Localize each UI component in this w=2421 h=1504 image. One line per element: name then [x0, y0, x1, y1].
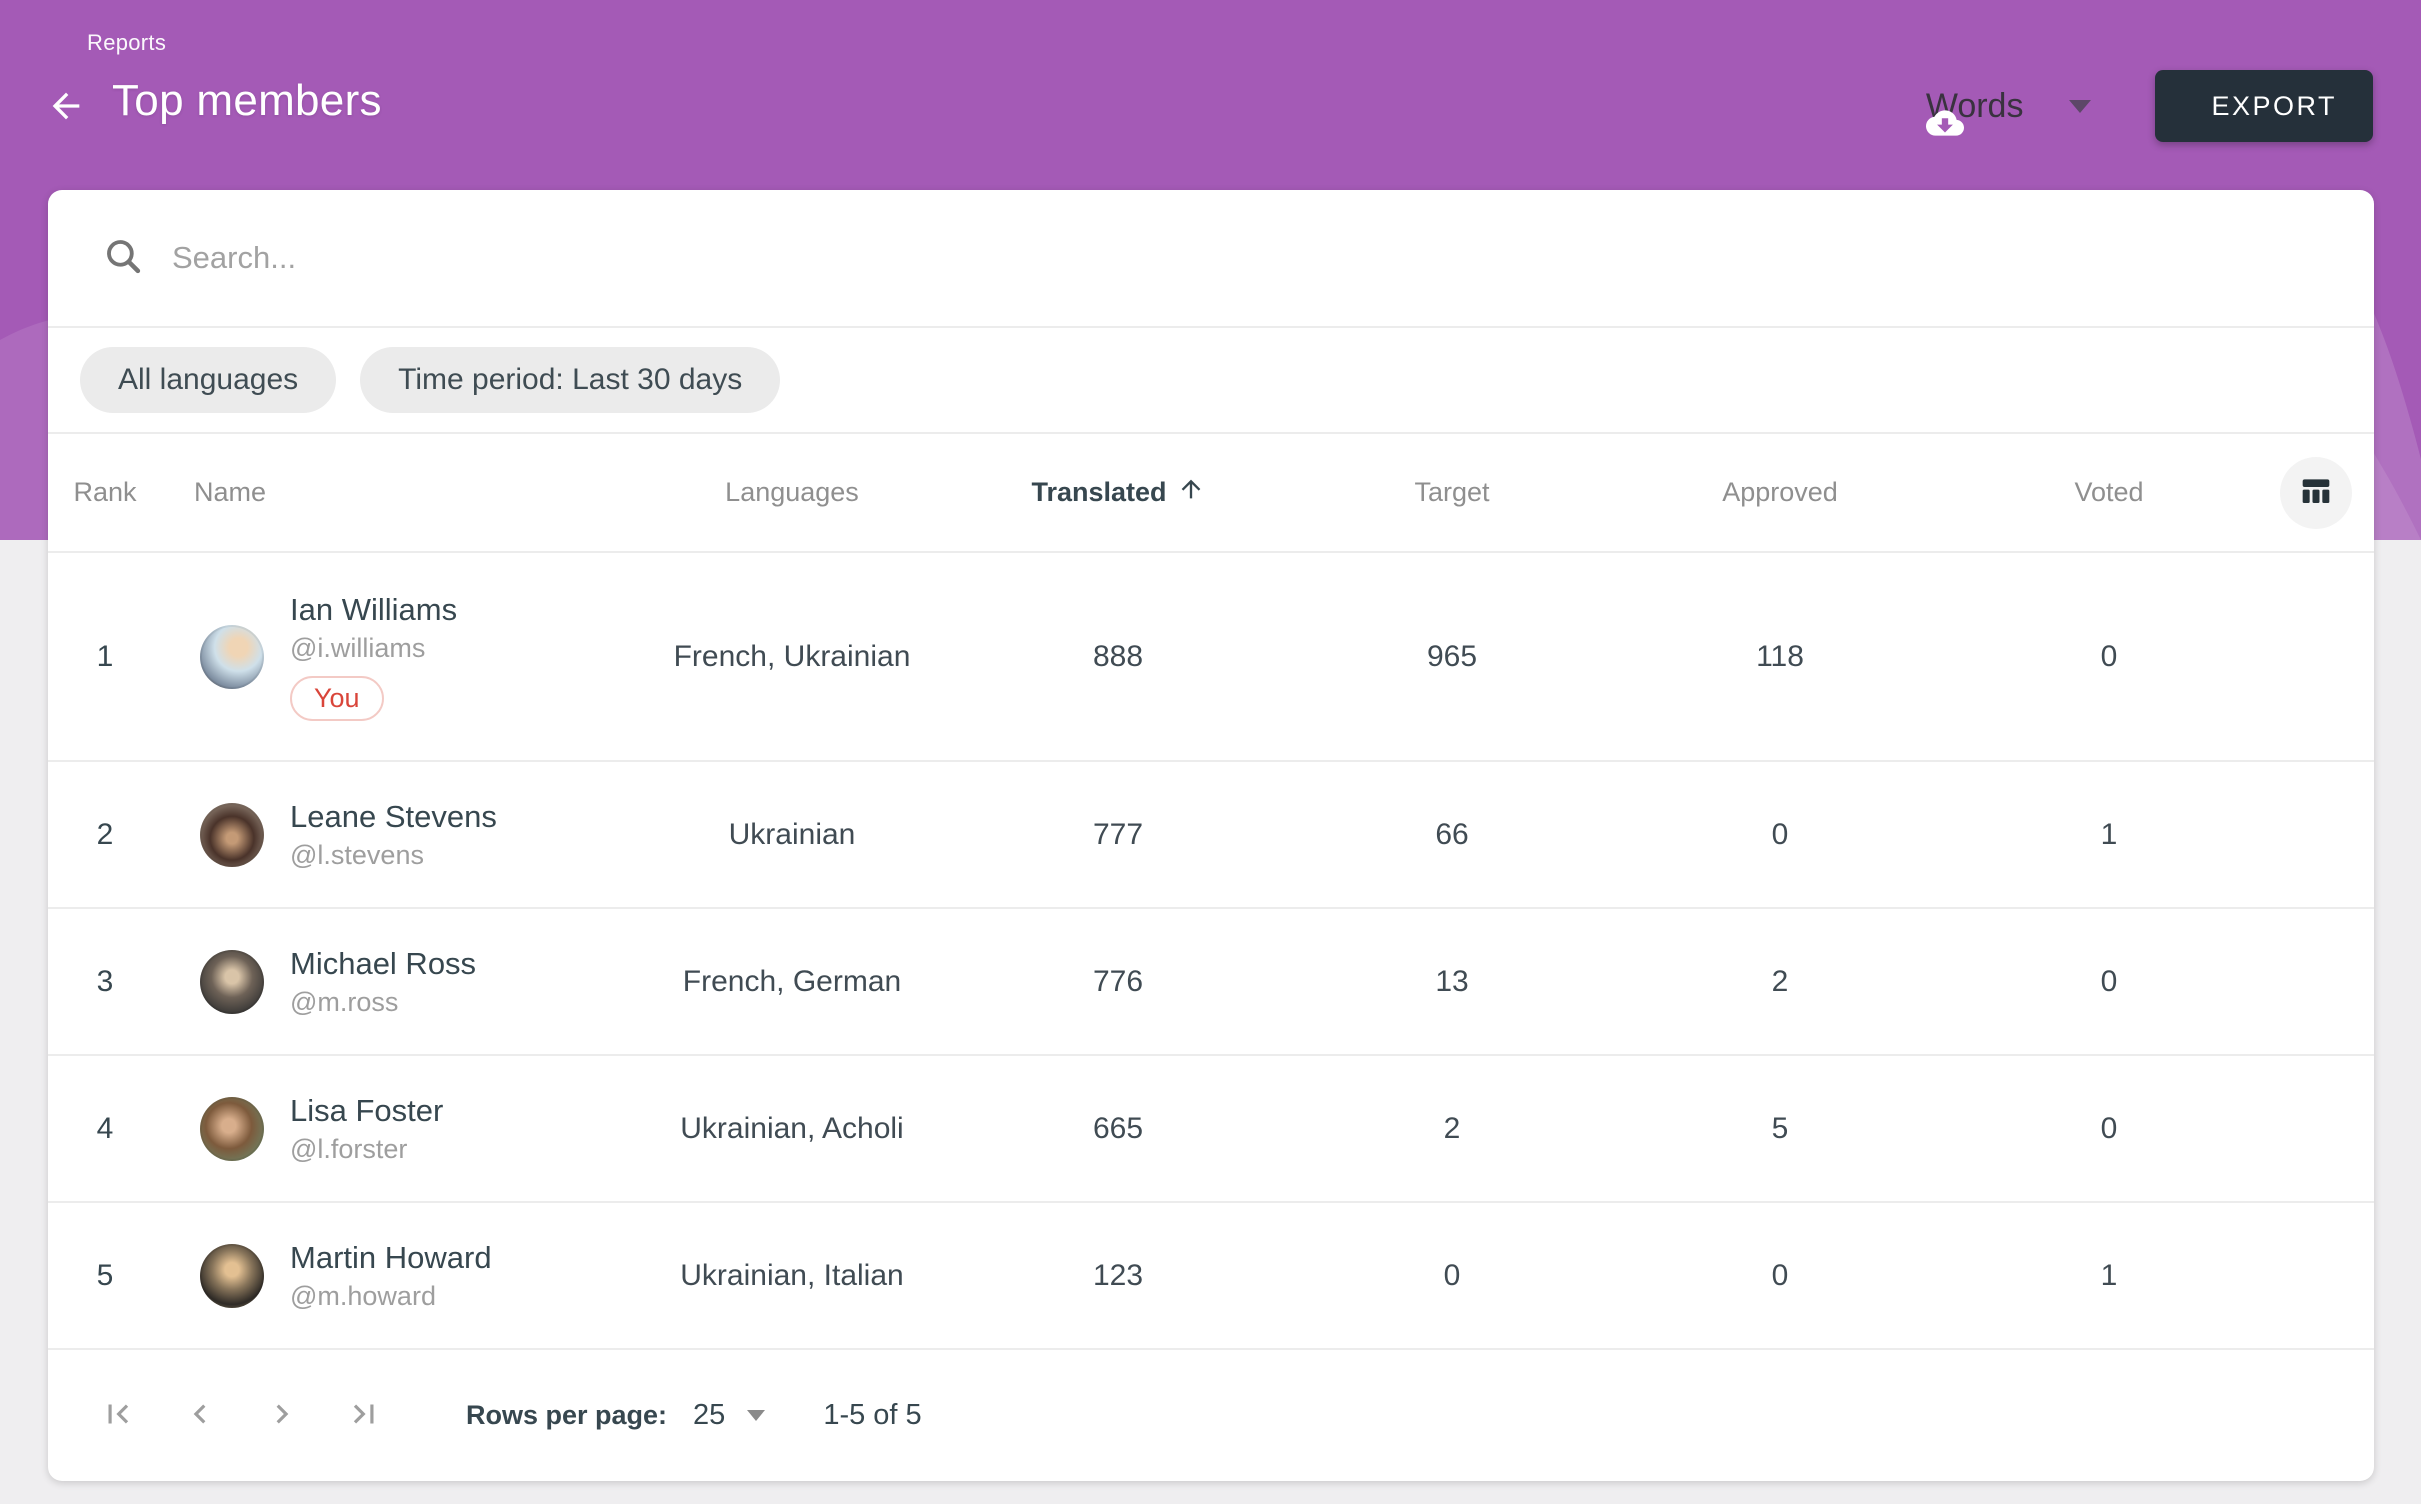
column-header-target[interactable]: Target [1304, 477, 1600, 508]
filter-bar: All languages Time period: Last 30 days [48, 326, 2374, 432]
last-page-button[interactable] [342, 1394, 386, 1438]
rank-value: 4 [48, 1112, 162, 1146]
column-settings-button[interactable] [2280, 457, 2352, 529]
languages-value: French, Ukrainian [652, 640, 932, 674]
avatar [200, 803, 264, 867]
member-name: Leane Stevens [290, 799, 497, 835]
approved-value: 0 [1600, 818, 1960, 852]
voted-value: 0 [1960, 965, 2258, 999]
back-button[interactable] [46, 77, 94, 125]
column-header-approved[interactable]: Approved [1600, 477, 1960, 508]
languages-value: Ukrainian, Acholi [652, 1112, 932, 1146]
member-name: Lisa Foster [290, 1093, 443, 1129]
table-row[interactable]: 4 Lisa Foster @l.forster Ukrainian, Acho… [48, 1054, 2374, 1201]
column-header-voted[interactable]: Voted [1960, 477, 2258, 508]
you-badge: You [290, 676, 384, 721]
member-name: Ian Williams [290, 592, 457, 628]
rank-value: 3 [48, 965, 162, 999]
approved-value: 5 [1600, 1112, 1960, 1146]
member-username: @m.ross [290, 987, 476, 1018]
approved-value: 2 [1600, 965, 1960, 999]
voted-value: 1 [1960, 1259, 2258, 1293]
target-value: 13 [1304, 965, 1600, 999]
rank-value: 2 [48, 818, 162, 852]
first-page-icon [99, 1395, 137, 1436]
caret-down-icon [747, 1410, 765, 1421]
rows-per-page-value: 25 [693, 1399, 725, 1432]
member-username: @l.stevens [290, 840, 497, 871]
search-input[interactable] [172, 240, 2334, 276]
last-page-icon [345, 1395, 383, 1436]
table-row[interactable]: 2 Leane Stevens @l.stevens Ukrainian 777… [48, 760, 2374, 907]
target-value: 2 [1304, 1112, 1600, 1146]
next-page-button[interactable] [260, 1394, 304, 1438]
target-value: 965 [1304, 640, 1600, 674]
member-username: @i.williams [290, 633, 457, 664]
languages-value: French, German [652, 965, 932, 999]
translated-value: 776 [932, 965, 1304, 999]
member-username: @m.howard [290, 1281, 492, 1312]
target-value: 66 [1304, 818, 1600, 852]
voted-value: 1 [1960, 818, 2258, 852]
avatar [200, 625, 264, 689]
search-icon [102, 235, 144, 282]
languages-value: Ukrainian [652, 818, 932, 852]
breadcrumb[interactable]: Reports [87, 30, 166, 56]
table-row[interactable]: 1 Ian Williams @i.williams You French, U… [48, 551, 2374, 760]
member-name: Martin Howard [290, 1240, 492, 1276]
rows-per-page-select[interactable]: 25 [693, 1399, 765, 1432]
languages-value: Ukrainian, Italian [652, 1259, 932, 1293]
rank-value: 1 [48, 640, 162, 674]
pagination-bar: Rows per page: 25 1-5 of 5 [48, 1348, 2374, 1481]
translated-value: 777 [932, 818, 1304, 852]
page-title: Top members [112, 76, 382, 126]
avatar [200, 950, 264, 1014]
column-header-translated[interactable]: Translated [932, 475, 1304, 510]
caret-down-icon [2069, 100, 2091, 113]
first-page-button[interactable] [96, 1394, 140, 1438]
approved-value: 118 [1600, 640, 1960, 674]
report-card: All languages Time period: Last 30 days … [48, 190, 2374, 1481]
language-filter-chip[interactable]: All languages [80, 347, 336, 413]
column-header-rank[interactable]: Rank [48, 477, 162, 508]
export-button-label: EXPORT [2211, 91, 2337, 122]
table-row[interactable]: 5 Martin Howard @m.howard Ukrainian, Ita… [48, 1201, 2374, 1348]
avatar [200, 1097, 264, 1161]
export-button[interactable]: EXPORT [2155, 70, 2373, 142]
voted-value: 0 [1960, 1112, 2258, 1146]
previous-page-button[interactable] [178, 1394, 222, 1438]
pagination-range: 1-5 of 5 [823, 1399, 921, 1432]
translated-value: 123 [932, 1259, 1304, 1293]
arrow-upward-icon [1177, 475, 1205, 510]
avatar [200, 1244, 264, 1308]
target-value: 0 [1304, 1259, 1600, 1293]
member-name: Michael Ross [290, 946, 476, 982]
rank-value: 5 [48, 1259, 162, 1293]
translated-value: 665 [932, 1112, 1304, 1146]
search-bar [48, 190, 2374, 326]
column-header-name[interactable]: Name [162, 477, 652, 508]
translated-value: 888 [932, 640, 1304, 674]
voted-value: 0 [1960, 640, 2258, 674]
column-header-translated-label: Translated [1031, 477, 1166, 508]
rows-per-page-label: Rows per page: [466, 1400, 667, 1431]
table-header-row: Rank Name Languages Translated Target Ap… [48, 432, 2374, 551]
member-username: @l.forster [290, 1134, 443, 1165]
table-row[interactable]: 3 Michael Ross @m.ross French, German 77… [48, 907, 2374, 1054]
approved-value: 0 [1600, 1259, 1960, 1293]
columns-icon [2296, 471, 2336, 514]
column-header-languages[interactable]: Languages [652, 477, 932, 508]
time-period-filter-chip[interactable]: Time period: Last 30 days [360, 347, 780, 413]
chevron-right-icon [263, 1395, 301, 1436]
chevron-left-icon [181, 1395, 219, 1436]
